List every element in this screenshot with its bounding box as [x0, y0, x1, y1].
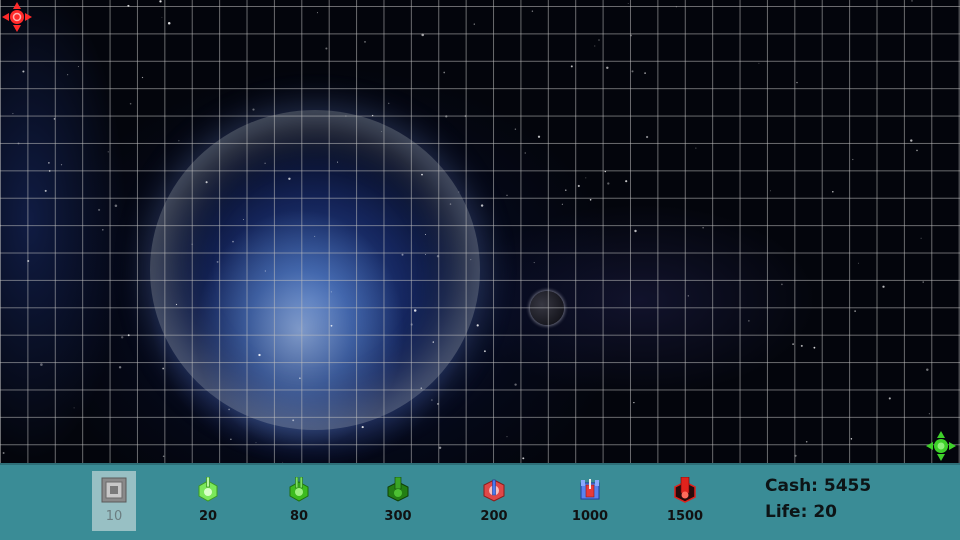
enemy-exit-icon: [926, 431, 956, 461]
green-turret-icon: [289, 477, 309, 502]
play-field[interactable]: [0, 0, 960, 463]
enemy-spawn-icon: [2, 2, 32, 32]
tower-price: 200: [480, 509, 508, 524]
tower-price: 10: [105, 509, 123, 524]
dark-green-turret-icon: [387, 477, 409, 502]
tower-toolbar: 10 20 80 300 200 1000 1500 Cash: 5455 Li…: [0, 463, 960, 540]
cash-value: 5455: [823, 476, 872, 496]
tower-slot-red-heavy[interactable]: 1500: [663, 471, 707, 531]
tower-price: 300: [384, 509, 412, 524]
cash-label: Cash:: [765, 476, 818, 496]
tower-slot-wall[interactable]: 10: [92, 471, 136, 531]
tower-slot-dark-green[interactable]: 300: [376, 471, 420, 531]
tower-price: 1500: [666, 509, 704, 524]
placement-grid[interactable]: [0, 0, 960, 463]
tower-price: 20: [198, 509, 218, 524]
wall-block-icon: [101, 477, 127, 503]
player-stats: Cash: 5455 Life: 20: [765, 473, 871, 525]
life-label: Life:: [765, 502, 808, 522]
red-blue-turret-icon: [483, 479, 505, 502]
life-readout: Life: 20: [765, 499, 871, 525]
life-value: 20: [813, 502, 837, 522]
tower-price: 1000: [571, 509, 609, 524]
blue-red-turret-icon: [580, 479, 600, 500]
tower-slot-light-green[interactable]: 20: [186, 471, 230, 531]
red-heavy-turret-icon: [674, 477, 696, 503]
tower-price: 80: [289, 509, 309, 524]
cash-readout: Cash: 5455: [765, 473, 871, 499]
tower-slot-green[interactable]: 80: [277, 471, 321, 531]
tower-slot-blue-red[interactable]: 1000: [568, 471, 612, 531]
tower-slot-red-blue[interactable]: 200: [472, 471, 516, 531]
game-stage: 10 20 80 300 200 1000 1500 Cash: 5455 Li…: [0, 0, 960, 540]
light-green-turret-icon: [198, 477, 218, 502]
